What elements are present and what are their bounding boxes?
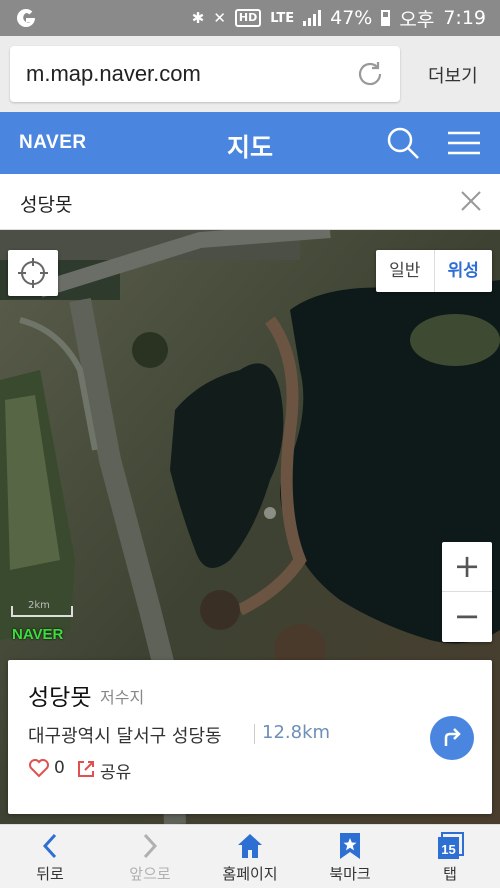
share-icon[interactable] xyxy=(76,759,96,779)
battery-icon xyxy=(381,10,391,26)
back-label: 뒤로 xyxy=(36,865,64,883)
browser-bottom-nav: 뒤로 앞으로 홈페이지 북마크 15 탭 xyxy=(0,824,500,888)
bookmark-icon xyxy=(340,833,360,859)
app-notification-icon xyxy=(17,9,35,27)
search-query-text: 성당못 xyxy=(20,194,73,216)
map-type-satellite-button[interactable]: 위성 xyxy=(435,250,493,292)
reload-icon[interactable] xyxy=(354,58,386,90)
map-type-normal-button[interactable]: 일반 xyxy=(376,250,435,292)
forward-label: 앞으로 xyxy=(129,865,171,883)
chevron-left-icon xyxy=(42,833,57,859)
home-button[interactable]: 홈페이지 xyxy=(200,825,300,888)
ampm-label: 오후 xyxy=(399,8,435,31)
zoom-out-button[interactable]: − xyxy=(442,592,492,642)
vibrate-icon: ✕ xyxy=(213,9,226,27)
tab-count: 15 xyxy=(441,842,455,857)
place-name: 성당못 xyxy=(28,685,92,711)
divider xyxy=(254,724,255,744)
place-distance: 12.8km xyxy=(262,722,331,743)
place-info-card[interactable]: 성당못 저수지 대구광역시 달서구 성당동 12.8km 0 공유 xyxy=(8,660,492,814)
browser-toolbar: m.map.naver.com 더보기 xyxy=(0,36,500,112)
search-icon[interactable] xyxy=(386,126,420,160)
directions-button[interactable] xyxy=(430,716,474,760)
route-arrow-icon xyxy=(444,728,461,746)
battery-percent: 47% xyxy=(330,7,373,29)
close-icon[interactable] xyxy=(460,190,482,212)
bluetooth-icon: ✱ xyxy=(191,9,205,27)
crosshair-icon xyxy=(18,258,48,288)
heart-icon[interactable] xyxy=(28,758,50,778)
naver-map-watermark: NAVER xyxy=(12,626,64,643)
clock: 7:19 xyxy=(443,7,486,29)
status-bar: ✱ ✕ HD LTE 47% 오후 7:19 xyxy=(0,0,500,36)
network-type-icon: LTE xyxy=(270,10,295,26)
chevron-right-icon xyxy=(143,833,158,859)
place-address: 대구광역시 달서구 성당동 xyxy=(28,726,222,747)
page-title: 지도 xyxy=(226,133,273,162)
map-scale-label: 2km xyxy=(28,600,50,611)
more-button[interactable]: 더보기 xyxy=(428,62,478,88)
tabs-label: 탭 xyxy=(443,865,457,883)
map-type-toggle: 일반 위성 xyxy=(376,250,492,292)
signal-icon xyxy=(303,10,322,26)
home-label: 홈페이지 xyxy=(222,865,278,883)
back-button[interactable]: 뒤로 xyxy=(0,825,100,888)
tabs-button[interactable]: 15 탭 xyxy=(400,825,500,888)
bookmark-label: 북마크 xyxy=(329,865,371,883)
my-location-button[interactable] xyxy=(8,250,58,296)
hamburger-menu-icon[interactable] xyxy=(446,130,482,156)
forward-button[interactable]: 앞으로 xyxy=(100,825,200,888)
search-query-bar[interactable]: 성당못 xyxy=(0,174,500,230)
tabs-icon: 15 xyxy=(438,832,464,859)
home-icon xyxy=(238,834,262,858)
zoom-control: + − xyxy=(442,542,492,642)
place-category: 저수지 xyxy=(100,688,145,707)
like-count: 0 xyxy=(54,758,65,778)
naver-header: NAVER 지도 xyxy=(0,112,500,174)
share-button[interactable]: 공유 xyxy=(100,758,131,783)
bookmark-button[interactable]: 북마크 xyxy=(300,825,400,888)
url-bar[interactable]: m.map.naver.com xyxy=(10,46,400,102)
url-text[interactable]: m.map.naver.com xyxy=(26,61,201,87)
hd-voice-icon: HD xyxy=(234,9,262,27)
zoom-in-button[interactable]: + xyxy=(442,542,492,592)
